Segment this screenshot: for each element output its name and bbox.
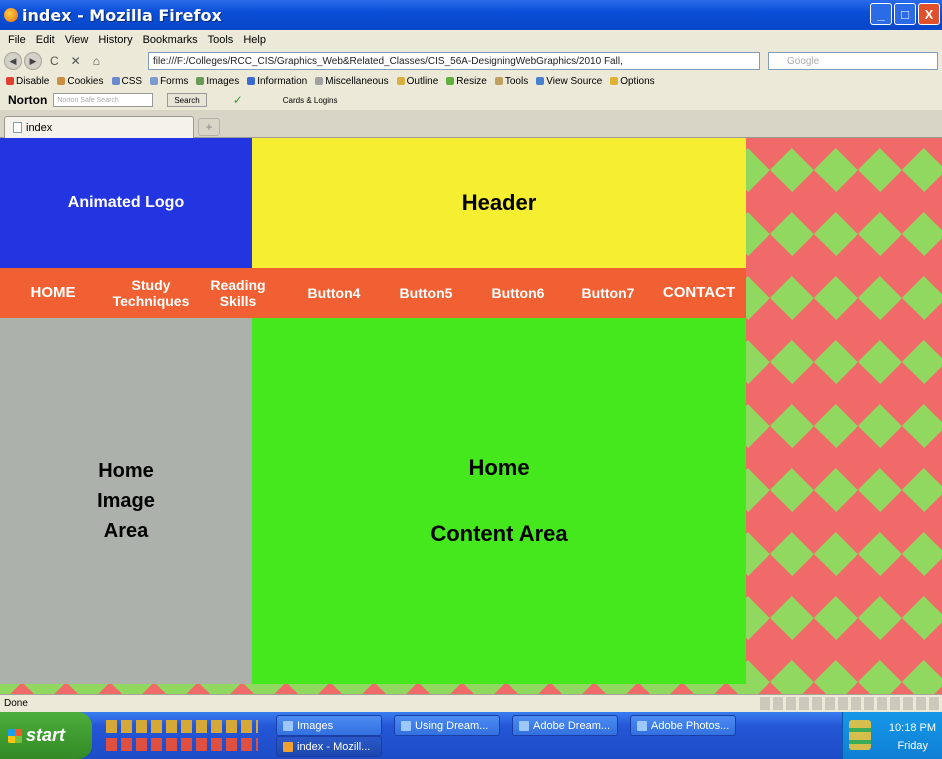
nav-study-techniques[interactable]: Study Techniques — [96, 268, 206, 318]
quick-launch-icons-row2[interactable] — [106, 738, 258, 751]
reload-icon[interactable]: C — [50, 54, 59, 68]
dev-options[interactable]: Options — [610, 76, 655, 87]
menu-history[interactable]: History — [98, 34, 132, 46]
tab-index[interactable]: index — [4, 116, 194, 138]
start-label: start — [26, 725, 66, 745]
taskbar-adobe-dream[interactable]: Adobe Dream... — [512, 715, 618, 736]
cards-logins[interactable]: Cards & Logins — [283, 96, 338, 105]
dev-outline[interactable]: Outline — [396, 76, 438, 87]
back-button[interactable]: ◀ — [4, 52, 22, 70]
dev-information[interactable]: Information — [247, 76, 307, 87]
nav-reading-skills[interactable]: Reading Skills — [196, 268, 280, 318]
photoshop-icon — [637, 720, 647, 731]
address-bar[interactable]: file:///F:/Colleges/RCC_CIS/Graphics_Web… — [148, 52, 760, 70]
content-subtitle: Content Area — [430, 521, 568, 546]
menu-file[interactable]: File — [8, 34, 26, 46]
nav-button4[interactable]: Button4 — [292, 268, 376, 318]
menu-help[interactable]: Help — [243, 34, 266, 46]
norton-logo[interactable]: Norton — [8, 93, 47, 107]
menu-bar: File Edit View History Bookmarks Tools H… — [0, 30, 942, 50]
norton-search-button[interactable]: Search — [167, 93, 207, 107]
safe-web-icon[interactable]: ✓ — [233, 93, 243, 107]
menu-tools[interactable]: Tools — [208, 34, 234, 46]
maximize-button[interactable]: □ — [894, 3, 916, 25]
home-content-area: Home Content Area — [252, 318, 746, 684]
tab-bar: index + — [0, 110, 942, 138]
taskbar: start Images Using Dream... Adobe Dream.… — [0, 712, 942, 759]
dev-forms[interactable]: Forms — [150, 76, 188, 87]
dev-resize[interactable]: Resize — [446, 76, 487, 87]
nav-button5[interactable]: Button5 — [384, 268, 468, 318]
navigation-toolbar: ◀ ▶ C ✕ ⌂ file:///F:/Colleges/RCC_CIS/Gr… — [0, 50, 942, 72]
close-button[interactable]: X — [918, 3, 940, 25]
menu-view[interactable]: View — [65, 34, 89, 46]
day-label: Friday — [897, 740, 928, 752]
dev-tools[interactable]: Tools — [494, 76, 528, 87]
dev-cookies[interactable]: Cookies — [57, 76, 104, 87]
menu-bookmarks[interactable]: Bookmarks — [143, 34, 198, 46]
firefox-icon — [4, 8, 18, 22]
window-title: index - Mozilla Firefox — [22, 5, 222, 25]
new-tab-button[interactable]: + — [198, 118, 220, 136]
dev-view-source[interactable]: View Source — [536, 76, 602, 87]
dev-miscellaneous[interactable]: Miscellaneous — [315, 76, 389, 87]
dev-css[interactable]: CSS — [111, 76, 142, 87]
norton-toolbar: Norton Norton Safe Search Search ✓ Cards… — [0, 90, 942, 110]
firefox-icon — [283, 741, 293, 752]
status-addon-icons[interactable] — [760, 697, 940, 710]
content-title: Home — [468, 455, 530, 480]
home-icon[interactable]: ⌂ — [93, 54, 100, 68]
document-icon — [401, 720, 411, 731]
start-button[interactable]: start — [0, 712, 92, 759]
dev-images[interactable]: Images — [196, 76, 239, 87]
nav-button7[interactable]: Button7 — [566, 268, 650, 318]
status-bar: Done — [0, 694, 942, 712]
nav-contact[interactable]: CONTACT — [652, 268, 746, 318]
quick-launch-icons[interactable] — [106, 720, 258, 733]
dreamweaver-icon — [519, 720, 529, 731]
desktop: index - Mozilla Firefox _ □ X File Edit … — [0, 0, 942, 759]
taskbar-index-mozilla[interactable]: index - Mozill... — [276, 736, 382, 757]
folder-icon — [283, 720, 293, 731]
tray-icons[interactable] — [849, 720, 871, 750]
nav-home[interactable]: HOME — [20, 268, 86, 318]
taskbar-images[interactable]: Images — [276, 715, 382, 736]
title-bar: index - Mozilla Firefox _ □ X — [0, 0, 942, 30]
menu-edit[interactable]: Edit — [36, 34, 55, 46]
status-text: Done — [4, 698, 28, 709]
page-icon — [13, 122, 22, 133]
stop-icon[interactable]: ✕ — [71, 54, 81, 68]
web-page: Animated Logo Header HOME Study Techniqu… — [0, 138, 942, 694]
dev-disable[interactable]: Disable — [6, 76, 49, 87]
taskbar-using-dream[interactable]: Using Dream... — [394, 715, 500, 736]
home-image-area: Home Image Area — [0, 318, 252, 684]
page-header: Header — [252, 138, 746, 268]
animated-logo[interactable]: Animated Logo — [0, 138, 252, 268]
norton-search-input[interactable]: Norton Safe Search — [53, 93, 154, 107]
window-controls: _ □ X — [870, 3, 940, 25]
web-developer-toolbar: Disable Cookies CSS Forms Images Informa… — [0, 72, 942, 90]
windows-flag-icon — [8, 728, 22, 743]
search-input[interactable]: Google — [768, 52, 938, 70]
taskbar-adobe-photos[interactable]: Adobe Photos... — [630, 715, 736, 736]
forward-button[interactable]: ▶ — [24, 52, 42, 70]
minimize-button[interactable]: _ — [870, 3, 892, 25]
nav-button6[interactable]: Button6 — [476, 268, 560, 318]
nav-bar: HOME Study Techniques Reading Skills But… — [0, 268, 746, 318]
tab-label: index — [26, 121, 53, 134]
clock[interactable]: 10:18 PM — [889, 722, 936, 734]
system-tray: 10:18 PM Friday — [842, 712, 942, 759]
